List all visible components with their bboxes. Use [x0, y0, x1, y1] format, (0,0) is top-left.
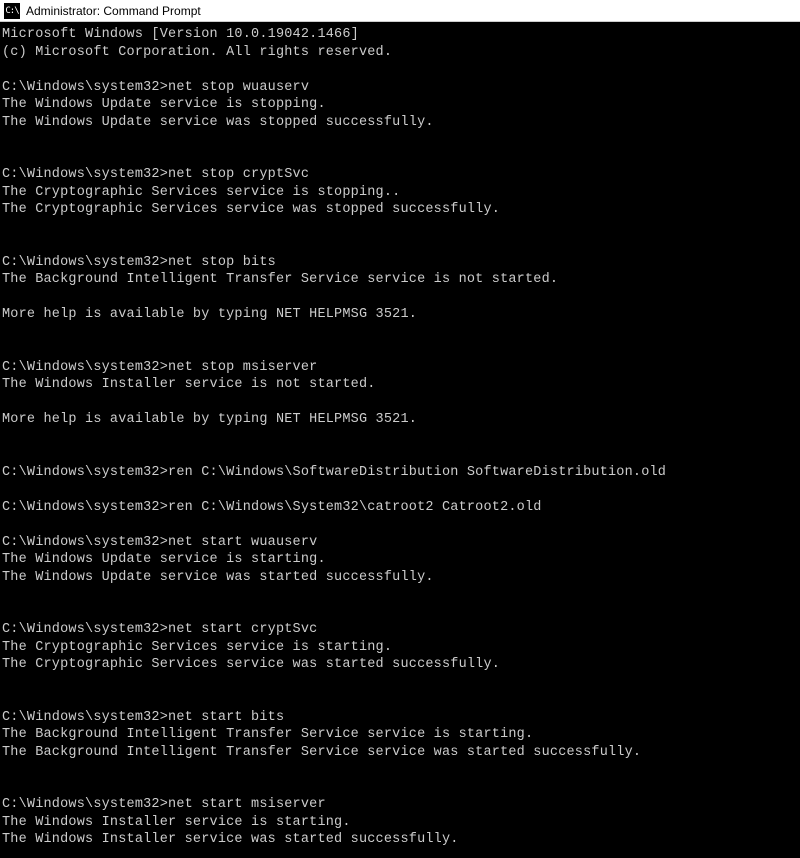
- console-line: [2, 236, 798, 254]
- console-line: The Windows Installer service was starte…: [2, 831, 798, 849]
- console-line: The Windows Installer service is startin…: [2, 814, 798, 832]
- console-line: [2, 131, 798, 149]
- console-line: [2, 516, 798, 534]
- console-line: [2, 394, 798, 412]
- console-line: The Background Intelligent Transfer Serv…: [2, 744, 798, 762]
- console-line: [2, 674, 798, 692]
- console-line: The Background Intelligent Transfer Serv…: [2, 726, 798, 744]
- cmd-icon: C:\: [4, 3, 20, 19]
- console-line: [2, 481, 798, 499]
- console-line: C:\Windows\system32>ren C:\Windows\Syste…: [2, 499, 798, 517]
- console-line: C:\Windows\system32>net stop cryptSvc: [2, 166, 798, 184]
- console-line: The Windows Update service is stopping.: [2, 96, 798, 114]
- console-line: The Cryptographic Services service is st…: [2, 184, 798, 202]
- console-line: The Windows Update service was stopped s…: [2, 114, 798, 132]
- console-line: The Windows Update service is starting.: [2, 551, 798, 569]
- console-line: The Windows Installer service is not sta…: [2, 376, 798, 394]
- console-line: [2, 604, 798, 622]
- console-line: [2, 429, 798, 447]
- console-line: The Background Intelligent Transfer Serv…: [2, 271, 798, 289]
- console-line: C:\Windows\system32>net stop msiserver: [2, 359, 798, 377]
- console-line: [2, 324, 798, 342]
- console-line: [2, 289, 798, 307]
- console-line: [2, 341, 798, 359]
- console-line: [2, 586, 798, 604]
- console-line: [2, 761, 798, 779]
- title-bar[interactable]: C:\ Administrator: Command Prompt: [0, 0, 800, 22]
- console-line: [2, 149, 798, 167]
- console-line: Microsoft Windows [Version 10.0.19042.14…: [2, 26, 798, 44]
- console-line: [2, 779, 798, 797]
- console-line: C:\Windows\system32>ren C:\Windows\Softw…: [2, 464, 798, 482]
- console-line: [2, 61, 798, 79]
- console-line: C:\Windows\system32>net start wuauserv: [2, 534, 798, 552]
- console-line: C:\Windows\system32>net stop wuauserv: [2, 79, 798, 97]
- console-line: C:\Windows\system32>net start cryptSvc: [2, 621, 798, 639]
- console-line: [2, 219, 798, 237]
- console-line: (c) Microsoft Corporation. All rights re…: [2, 44, 798, 62]
- console-line: [2, 446, 798, 464]
- console-line: The Windows Update service was started s…: [2, 569, 798, 587]
- console-line: More help is available by typing NET HEL…: [2, 306, 798, 324]
- console-line: C:\Windows\system32>net start msiserver: [2, 796, 798, 814]
- console-line: More help is available by typing NET HEL…: [2, 411, 798, 429]
- console-line: C:\Windows\system32>net stop bits: [2, 254, 798, 272]
- window-title: Administrator: Command Prompt: [26, 4, 201, 18]
- console-line: The Cryptographic Services service was s…: [2, 201, 798, 219]
- console-output[interactable]: Microsoft Windows [Version 10.0.19042.14…: [0, 22, 800, 853]
- console-line: [2, 691, 798, 709]
- console-line: The Cryptographic Services service was s…: [2, 656, 798, 674]
- console-line: C:\Windows\system32>net start bits: [2, 709, 798, 727]
- console-line: The Cryptographic Services service is st…: [2, 639, 798, 657]
